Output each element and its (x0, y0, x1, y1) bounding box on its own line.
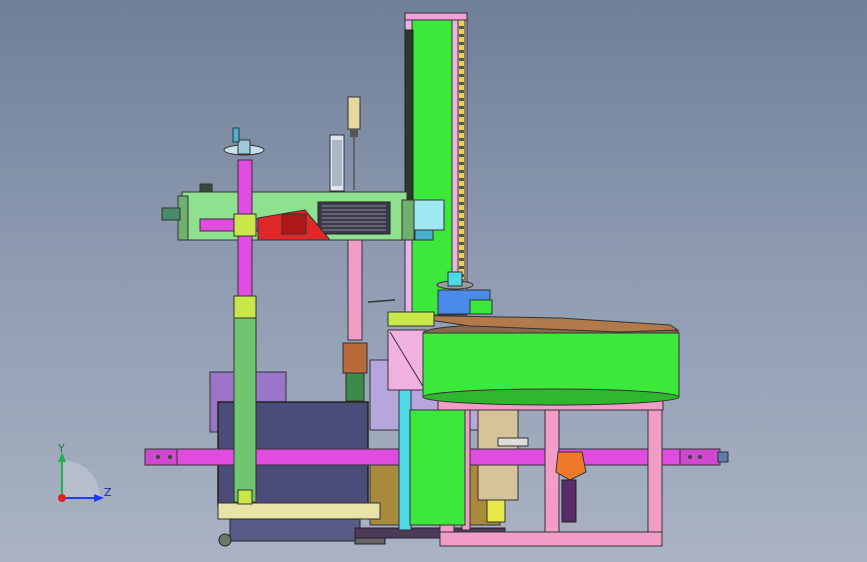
rack-tooth (459, 50, 464, 53)
rack-tooth (459, 250, 464, 253)
beam-left-end (144, 448, 178, 466)
slider-indicator (497, 437, 529, 447)
rack-tooth (459, 106, 464, 109)
vent-grille (322, 205, 386, 231)
rack-tooth (459, 194, 464, 197)
rack-tooth (459, 138, 464, 141)
tower-cyan-box (411, 199, 445, 231)
drive-shaft (447, 271, 463, 287)
clamp-detail (281, 213, 307, 235)
rack-tooth (459, 242, 464, 245)
rack-tooth (459, 170, 464, 173)
sensor-cable (367, 299, 396, 303)
arm-guide (387, 311, 435, 327)
rack-tooth (459, 146, 464, 149)
rack-tooth (459, 34, 464, 37)
machine-model[interactable]: Y Z (0, 0, 867, 562)
triad-z-label: Z (104, 486, 112, 499)
stand-bottom (439, 531, 663, 547)
rack-tooth (459, 162, 464, 165)
rack-tooth (459, 58, 464, 61)
tower-green-face (411, 19, 453, 316)
signal-light-stack (347, 96, 361, 130)
rack-tooth (459, 122, 464, 125)
cabinet-base (217, 502, 381, 520)
turntable-bottom (422, 388, 680, 406)
handwheel-hub (237, 139, 251, 155)
cabinet-floor-plate (229, 518, 361, 542)
housing-left-knob (161, 207, 181, 221)
rack-tooth (459, 66, 464, 69)
handwheel-knob[interactable] (232, 127, 240, 143)
coordinate-triad[interactable]: Y Z (57, 442, 112, 502)
rack-tooth (459, 218, 464, 221)
rack-tooth (459, 186, 464, 189)
rack-tooth (459, 154, 464, 157)
rack-tooth (459, 234, 464, 237)
beam-bolt-right-1 (688, 455, 692, 459)
tower-dark-slot (404, 29, 414, 201)
green-spring (345, 372, 365, 402)
rack-tooth (459, 98, 464, 101)
triad-y-label: Y (57, 442, 65, 455)
drive-green-plate (469, 299, 493, 315)
rack-tooth (459, 82, 464, 85)
rack-tooth (459, 90, 464, 93)
rack-tooth (459, 178, 464, 181)
cad-viewport[interactable]: Y Z (0, 0, 867, 562)
purple-cylinder (561, 479, 577, 523)
tower-top-cap (404, 12, 468, 21)
rack-tooth (459, 74, 464, 77)
triad-origin (58, 494, 66, 502)
tower-motor (414, 229, 434, 241)
rack-tooth (459, 258, 464, 261)
monitor-bezel (332, 140, 342, 186)
beam-end-cap (717, 451, 729, 463)
rack-tooth (459, 26, 464, 29)
signal-light-base (350, 129, 358, 137)
housing-right-edge (401, 199, 415, 241)
post-joint (233, 213, 257, 237)
rack-tooth (459, 210, 464, 213)
cyan-strut (398, 369, 412, 531)
copper-coil (342, 342, 368, 374)
cabinet-foot-left (218, 533, 232, 547)
rack-tooth (459, 130, 464, 133)
beam-bolt-left-1 (156, 455, 160, 459)
post-collar (233, 295, 257, 321)
housing-top-knob (199, 183, 213, 193)
lower-green-column (233, 317, 257, 503)
green-inner-panel (409, 409, 466, 526)
turntable-drum (422, 332, 680, 398)
orange-bracket (555, 451, 587, 481)
rack-tooth (459, 202, 464, 205)
pink-support (347, 239, 363, 341)
rack-tooth (459, 226, 464, 229)
rack-tooth (459, 42, 464, 45)
beam-bolt-right-2 (698, 455, 702, 459)
rack-tooth (459, 114, 464, 117)
yellow-block (486, 499, 506, 523)
stand-leg-2 (544, 409, 560, 541)
column-foot (237, 489, 253, 505)
rack-tooth (459, 266, 464, 269)
beam-bolt-left-2 (168, 455, 172, 459)
triad-quadrant (62, 460, 100, 498)
stand-leg-3 (647, 409, 663, 541)
